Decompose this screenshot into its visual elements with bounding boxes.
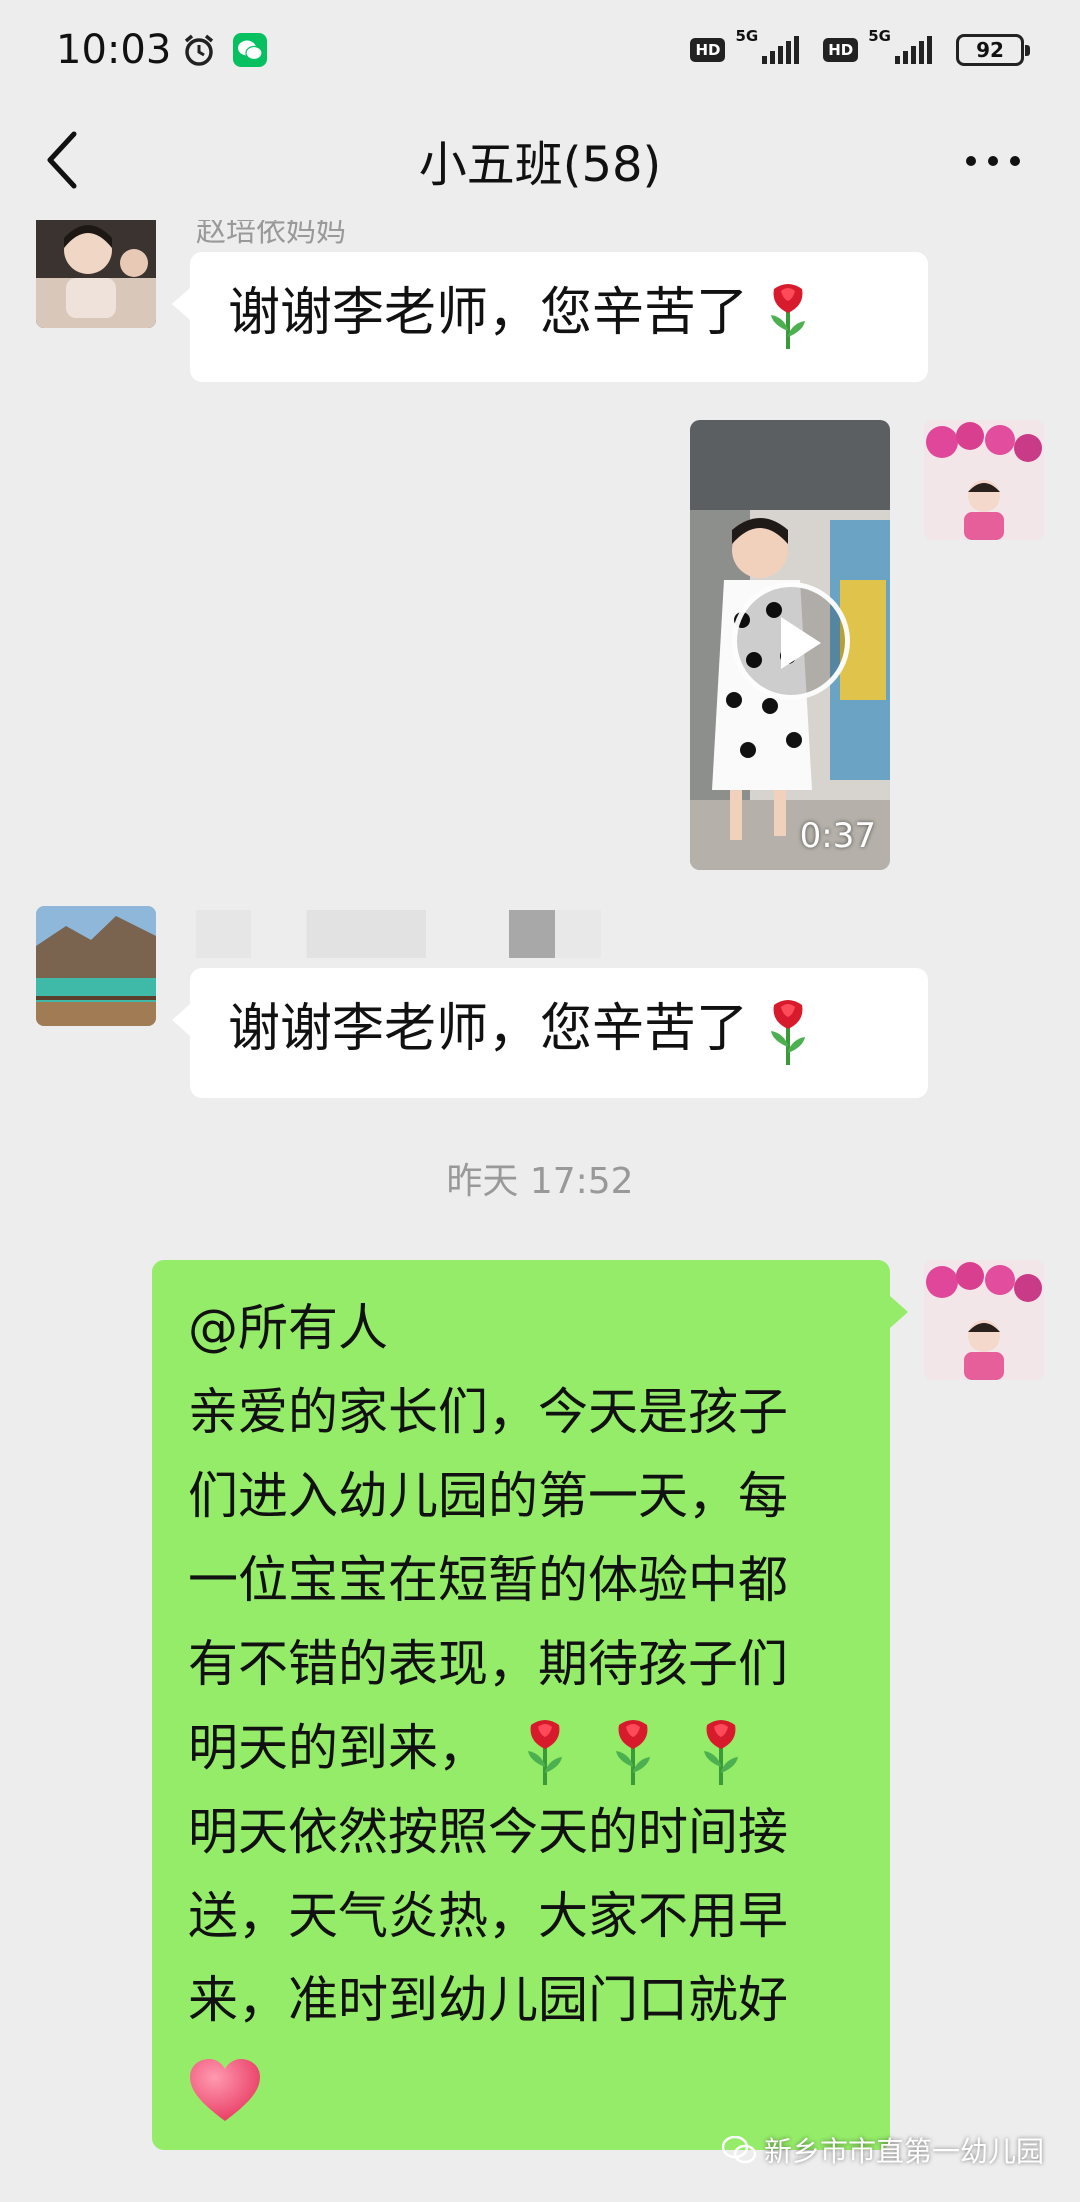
rose-emoji bbox=[770, 284, 805, 349]
status-bar: 10:03 HD 5G HD 5G 92 bbox=[0, 0, 1080, 100]
rose-emoji bbox=[770, 1000, 805, 1065]
message-bubble[interactable]: @所有人 亲爱的家长们，今天是孩子 们进入幼儿园的第一天，每 一位宝宝在短暂的体… bbox=[152, 1260, 908, 2150]
rose-emoji bbox=[615, 1719, 650, 1785]
hd-badge: HD bbox=[823, 38, 859, 62]
wechat-icon bbox=[233, 33, 268, 67]
message-line: 来，准时到幼儿园门口就好 bbox=[188, 1971, 788, 2029]
network-label: 5G bbox=[735, 27, 759, 45]
time-divider: 昨天 17:52 bbox=[446, 1161, 634, 1202]
watermark-text: 新乡市市直第一幼儿园 bbox=[763, 2135, 1044, 2168]
message-line: 明天依然按照今天的时间接 bbox=[188, 1803, 788, 1861]
wechat-official-icon bbox=[721, 2136, 756, 2164]
sender-name: 赵培依妈妈 bbox=[196, 220, 346, 249]
message-line: @所有人 bbox=[188, 1299, 388, 1357]
message-line: 们进入幼儿园的第一天，每 bbox=[188, 1467, 788, 1525]
rose-emoji bbox=[527, 1719, 562, 1785]
status-time: 10:03 bbox=[56, 27, 172, 73]
alarm-icon bbox=[185, 34, 214, 66]
network-label: 5G bbox=[868, 27, 891, 45]
message-line: 明天的到来， bbox=[188, 1719, 488, 1777]
hd-badge: HD bbox=[690, 38, 726, 62]
battery-icon: 92 bbox=[956, 34, 1030, 66]
avatar[interactable] bbox=[36, 220, 156, 328]
heart-emoji bbox=[190, 2058, 260, 2121]
my-avatar[interactable] bbox=[924, 420, 1044, 540]
my-avatar[interactable] bbox=[924, 1260, 1044, 1380]
play-icon[interactable] bbox=[732, 582, 850, 700]
signal-icon bbox=[895, 36, 932, 64]
more-options-icon[interactable] bbox=[966, 146, 1026, 176]
rose-emoji bbox=[703, 1719, 738, 1785]
message-text: 谢谢李老师，您辛苦了 bbox=[228, 283, 749, 343]
message-bubble[interactable]: 谢谢李老师，您辛苦了 bbox=[172, 252, 928, 382]
message-line: 一位宝宝在短暂的体验中都 bbox=[188, 1551, 788, 1609]
back-arrow-icon[interactable] bbox=[36, 126, 96, 194]
signal-icon bbox=[762, 36, 800, 64]
avatar[interactable] bbox=[36, 906, 156, 1026]
chat-title: 小五班(58) bbox=[418, 137, 662, 193]
message-bubble[interactable]: 谢谢李老师，您辛苦了 bbox=[172, 968, 928, 1098]
watermark: 新乡市市直第一幼儿园 bbox=[721, 2130, 1044, 2170]
message-text: 谢谢李老师，您辛苦了 bbox=[228, 999, 749, 1059]
message-list[interactable]: 赵培依妈妈 谢谢李老师，您辛苦了 0:37 谢谢李老师，您辛苦了 昨天 17:5… bbox=[0, 220, 1080, 2202]
video-message[interactable]: 0:37 bbox=[690, 420, 890, 870]
message-line: 送，天气炎热，大家不用早 bbox=[188, 1887, 788, 1945]
message-line: 亲爱的家长们，今天是孩子 bbox=[188, 1383, 788, 1441]
sender-name-blurred bbox=[196, 910, 656, 958]
video-duration: 0:37 bbox=[799, 816, 876, 856]
chat-header: 小五班(58) bbox=[0, 100, 1080, 220]
message-line: 有不错的表现，期待孩子们 bbox=[188, 1635, 788, 1693]
status-indicators: HD 5G HD 5G 92 bbox=[690, 27, 1030, 66]
message-line-with-roses: 明天的到来， bbox=[188, 1706, 854, 1790]
